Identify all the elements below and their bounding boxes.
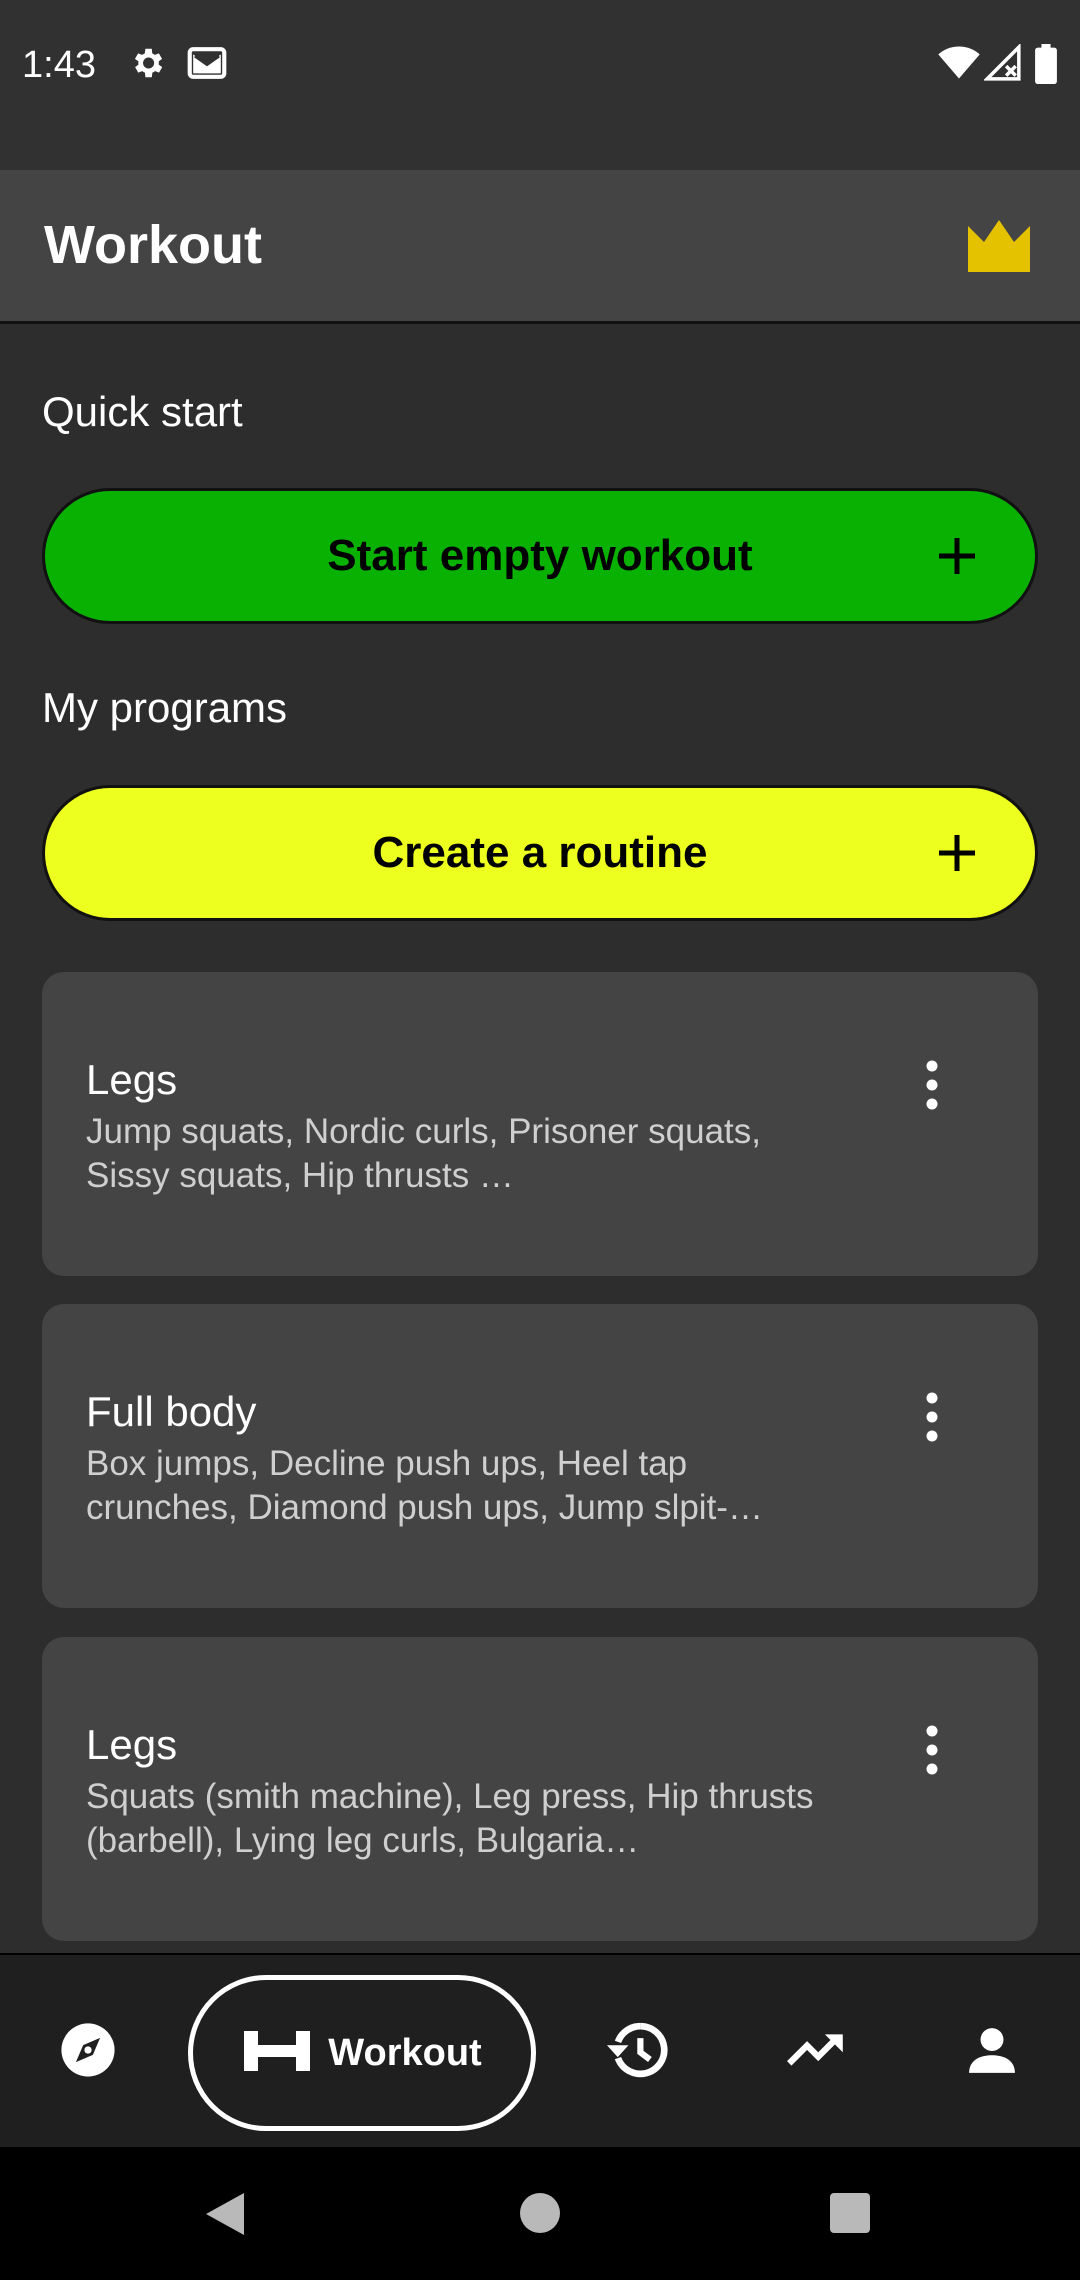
crown-icon[interactable] xyxy=(966,216,1032,277)
routine-card[interactable]: Full body Box jumps, Decline push ups, H… xyxy=(42,1304,1038,1608)
bottom-nav: Workout xyxy=(0,1953,1080,2147)
start-empty-workout-button[interactable]: Start empty workout xyxy=(42,488,1038,624)
status-bar: 1:43 xyxy=(0,0,1080,170)
back-icon[interactable] xyxy=(204,2191,246,2242)
person-icon xyxy=(967,2025,1017,2080)
mail-icon xyxy=(186,44,228,87)
nav-item-explore[interactable] xyxy=(38,1955,138,2149)
routine-exercises: Squats (smith machine), Leg press, Hip t… xyxy=(86,1777,814,1860)
more-vert-icon[interactable] xyxy=(922,1723,942,1777)
routine-title: Legs xyxy=(86,1721,178,1768)
screen: 1:43 Workout Quick start Start empty wor… xyxy=(0,0,1080,2280)
nav-item-workout-label: Workout xyxy=(328,2031,482,2074)
home-icon[interactable] xyxy=(518,2191,562,2240)
start-empty-workout-label: Start empty workout xyxy=(327,531,753,580)
nav-item-profile[interactable] xyxy=(942,1955,1042,2149)
plus-icon xyxy=(935,831,979,875)
plus-icon xyxy=(935,534,979,578)
history-icon xyxy=(607,2021,669,2084)
routine-card[interactable]: Legs Squats (smith machine), Leg press, … xyxy=(42,1637,1038,1941)
routine-title: Full body xyxy=(86,1388,257,1435)
compass-icon xyxy=(59,2021,117,2084)
system-nav-bar xyxy=(0,2147,1080,2280)
routine-title: Legs xyxy=(86,1056,178,1103)
more-vert-icon[interactable] xyxy=(922,1058,942,1112)
routine-exercises: Jump squats, Nordic curls, Prisoner squa… xyxy=(86,1112,761,1195)
nav-item-progress[interactable] xyxy=(766,1955,866,2149)
routine-exercises: Box jumps, Decline push ups, Heel tap cr… xyxy=(86,1444,763,1527)
page-title: Workout xyxy=(44,215,262,275)
gear-icon xyxy=(128,44,166,87)
recents-icon[interactable] xyxy=(828,2191,872,2240)
dumbbell-icon xyxy=(242,2029,312,2078)
quick-start-heading: Quick start xyxy=(42,388,243,435)
nav-item-workout[interactable]: Workout xyxy=(188,1975,536,2131)
app-bar: Workout xyxy=(0,170,1080,324)
nav-item-history[interactable] xyxy=(588,1955,688,2149)
my-programs-heading: My programs xyxy=(42,684,288,731)
create-routine-label: Create a routine xyxy=(372,828,708,877)
trending-up-icon xyxy=(787,2032,845,2073)
status-time: 1:43 xyxy=(22,44,96,86)
routine-card[interactable]: Legs Jump squats, Nordic curls, Prisoner… xyxy=(42,972,1038,1276)
more-vert-icon[interactable] xyxy=(922,1390,942,1444)
create-routine-button[interactable]: Create a routine xyxy=(42,785,1038,921)
signal-no-service-icon xyxy=(982,42,1022,87)
wifi-icon xyxy=(938,44,980,87)
battery-icon xyxy=(1034,44,1058,89)
